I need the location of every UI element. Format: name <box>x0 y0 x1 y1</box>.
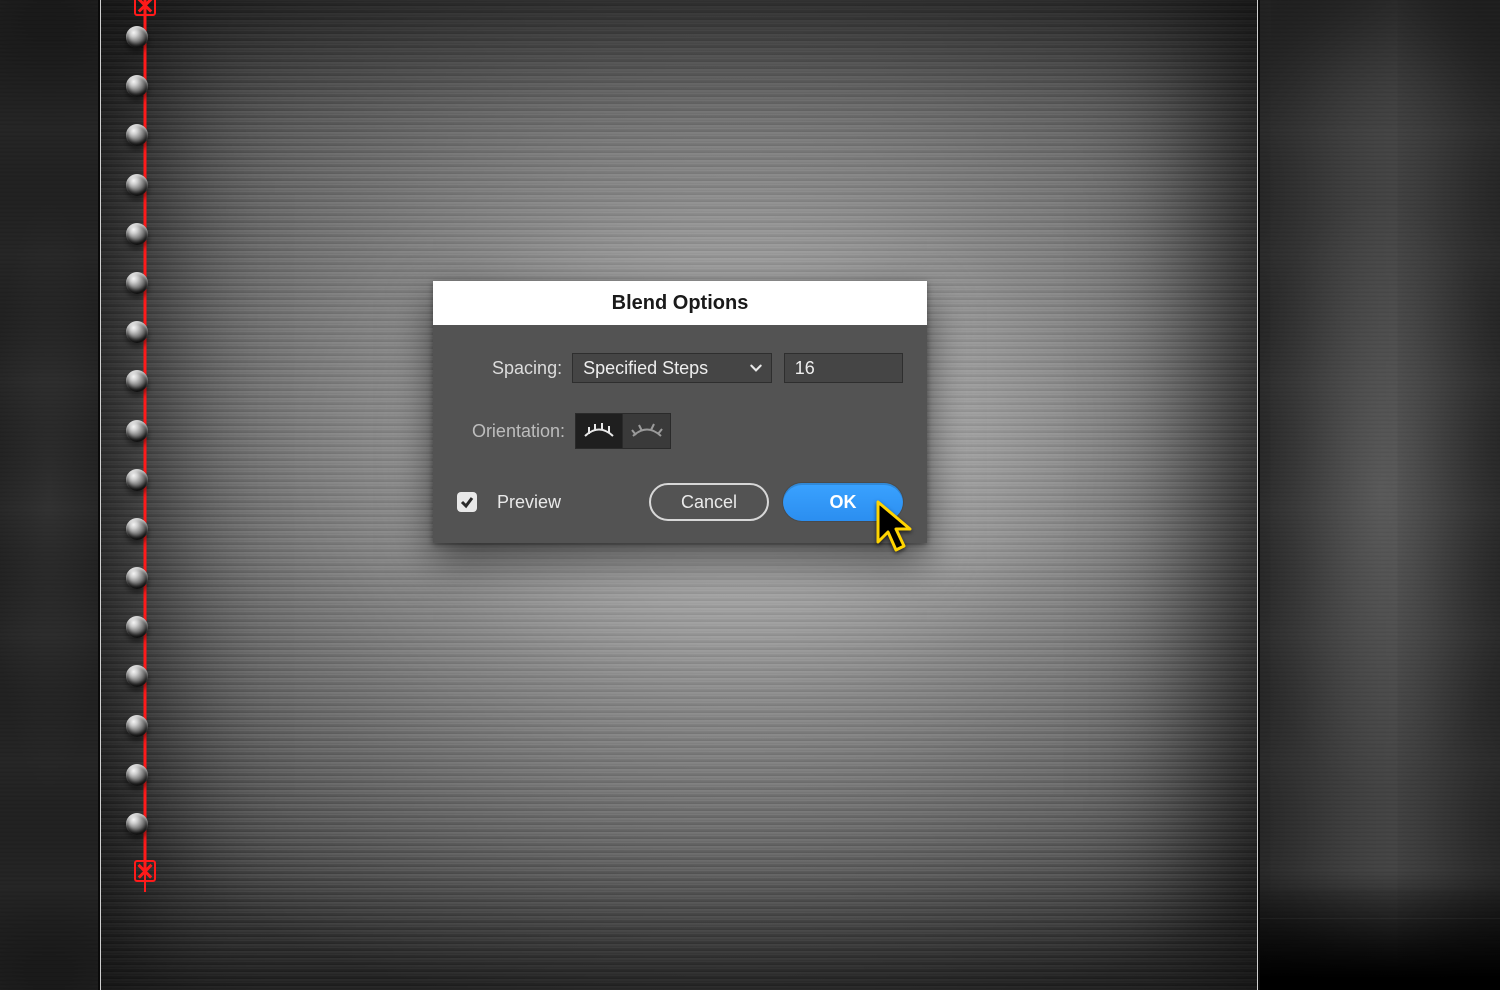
preview-label: Preview <box>497 492 561 513</box>
orientation-label: Orientation: <box>457 421 565 442</box>
align-to-page-icon <box>582 421 616 441</box>
spacing-mode-select[interactable]: Specified Steps <box>572 353 772 383</box>
rivet[interactable] <box>126 370 148 392</box>
path-anchor-top[interactable] <box>134 0 156 16</box>
rivet[interactable] <box>126 124 148 146</box>
orientation-align-to-page[interactable] <box>575 413 623 449</box>
rivet[interactable] <box>126 26 148 48</box>
rivet[interactable] <box>126 518 148 540</box>
spacing-steps-input[interactable]: 16 <box>784 353 903 383</box>
spacing-steps-value: 16 <box>795 358 815 379</box>
rivet[interactable] <box>126 420 148 442</box>
dialog-body: Spacing: Specified Steps 16 Orientation: <box>433 325 927 543</box>
pasteboard-right <box>1258 0 1500 990</box>
orientation-align-to-path[interactable] <box>623 413 671 449</box>
cancel-button-label: Cancel <box>681 492 737 513</box>
rivet-column <box>126 26 148 862</box>
spacing-mode-value: Specified Steps <box>583 358 708 379</box>
rivet[interactable] <box>126 223 148 245</box>
dialog-title: Blend Options <box>433 281 927 325</box>
rivet[interactable] <box>126 616 148 638</box>
blend-options-dialog: Blend Options Spacing: Specified Steps 1… <box>433 281 927 543</box>
rivet[interactable] <box>126 715 148 737</box>
ok-button-label: OK <box>830 492 857 513</box>
rivet[interactable] <box>126 272 148 294</box>
path-anchor-bottom[interactable] <box>134 860 156 882</box>
rivet[interactable] <box>126 567 148 589</box>
cancel-button[interactable]: Cancel <box>649 483 769 521</box>
rivet[interactable] <box>126 174 148 196</box>
rivet[interactable] <box>126 665 148 687</box>
rivet[interactable] <box>126 764 148 786</box>
rivet[interactable] <box>126 321 148 343</box>
checkmark-icon <box>460 495 474 509</box>
align-to-path-icon <box>630 421 664 441</box>
chevron-down-icon <box>749 361 763 375</box>
ok-button[interactable]: OK <box>783 483 903 521</box>
orientation-toggle-group <box>575 413 671 449</box>
spacing-label: Spacing: <box>457 358 562 379</box>
pasteboard-left <box>0 0 100 990</box>
rivet[interactable] <box>126 75 148 97</box>
rivet[interactable] <box>126 469 148 491</box>
app-stage: Blend Options Spacing: Specified Steps 1… <box>0 0 1500 990</box>
rivet[interactable] <box>126 813 148 835</box>
preview-checkbox[interactable] <box>457 492 477 512</box>
